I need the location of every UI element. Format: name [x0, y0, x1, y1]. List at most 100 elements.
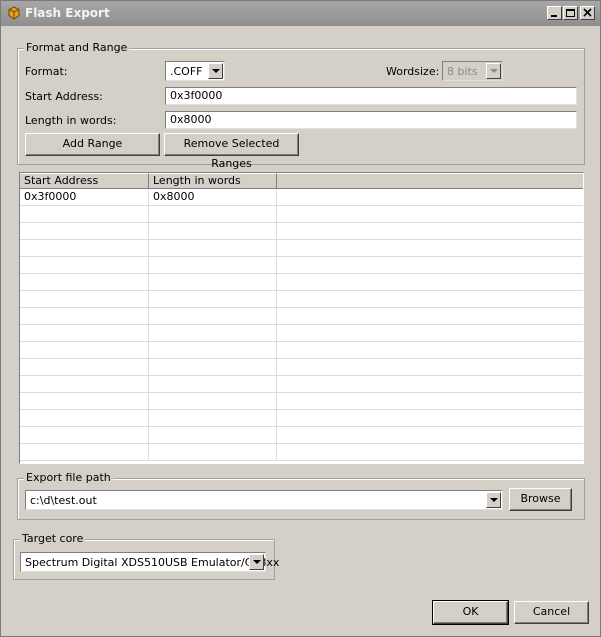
table-row[interactable]	[20, 393, 583, 410]
column-header-length[interactable]: Length in words	[149, 173, 277, 189]
export-path-value: c:\d\test.out	[30, 494, 97, 507]
app-icon	[7, 6, 21, 20]
table-cell	[277, 223, 583, 239]
wordsize-value: 8 bits	[447, 65, 478, 78]
table-cell	[277, 308, 583, 324]
table-cell	[149, 291, 277, 307]
close-icon	[583, 8, 592, 17]
browse-button[interactable]: Browse	[509, 488, 572, 511]
format-dropdown-button[interactable]	[208, 63, 223, 79]
column-header-start-address[interactable]: Start Address	[20, 173, 149, 189]
table-cell	[277, 359, 583, 375]
table-row[interactable]	[20, 325, 583, 342]
table-cell	[149, 240, 277, 256]
format-label: Format:	[25, 65, 68, 78]
window-title: Flash Export	[25, 6, 110, 20]
table-cell	[277, 291, 583, 307]
chevron-down-icon	[490, 69, 498, 73]
table-cell: 0x3f0000	[20, 189, 149, 205]
table-row[interactable]	[20, 427, 583, 444]
table-cell	[149, 257, 277, 273]
target-core-value: Spectrum Digital XDS510USB Emulator/C28x…	[25, 556, 280, 569]
remove-selected-ranges-button[interactable]: Remove Selected Ranges	[164, 133, 299, 170]
table-cell	[20, 240, 149, 256]
table-cell	[20, 444, 149, 460]
table-row[interactable]	[20, 444, 583, 461]
target-core-select[interactable]: Spectrum Digital XDS510USB Emulator/C28x…	[20, 552, 279, 572]
table-cell	[277, 410, 583, 426]
table-cell	[149, 206, 277, 222]
table-cell	[277, 274, 583, 290]
table-row[interactable]	[20, 257, 583, 274]
export-path-combo[interactable]: c:\d\test.out	[25, 490, 503, 510]
minimize-icon	[551, 15, 557, 17]
minimize-button[interactable]	[547, 6, 562, 20]
table-cell	[149, 308, 277, 324]
table-cell	[277, 189, 583, 205]
close-button[interactable]	[580, 6, 595, 20]
table-cell	[149, 274, 277, 290]
add-range-button[interactable]: Add Range	[25, 133, 160, 156]
table-cell	[149, 223, 277, 239]
table-cell	[20, 257, 149, 273]
table-cell	[149, 342, 277, 358]
target-core-dropdown-button[interactable]	[249, 554, 264, 570]
format-select[interactable]: .COFF	[165, 61, 225, 81]
table-row[interactable]	[20, 342, 583, 359]
table-row[interactable]	[20, 359, 583, 376]
table-cell	[20, 359, 149, 375]
column-header-empty	[277, 173, 583, 189]
table-header: Start Address Length in words	[20, 173, 583, 189]
cancel-button[interactable]: Cancel	[514, 601, 589, 624]
format-range-legend: Format and Range	[24, 41, 130, 54]
start-address-input[interactable]: 0x3f0000	[165, 87, 577, 105]
table-cell	[20, 342, 149, 358]
table-cell	[149, 444, 277, 460]
table-cell	[277, 206, 583, 222]
table-cell	[20, 274, 149, 290]
wordsize-label: Wordsize:	[386, 65, 440, 78]
length-input[interactable]: 0x8000	[165, 111, 577, 129]
wordsize-dropdown-button[interactable]	[486, 63, 501, 79]
table-cell	[20, 206, 149, 222]
table-row[interactable]: 0x3f0000 0x8000	[20, 189, 583, 206]
table-row[interactable]	[20, 223, 583, 240]
table-cell	[149, 393, 277, 409]
table-cell	[20, 376, 149, 392]
flash-export-dialog: Flash Export Format and Range Format: .C…	[0, 0, 601, 637]
format-value: .COFF	[170, 65, 203, 78]
table-cell	[20, 393, 149, 409]
table-cell	[149, 325, 277, 341]
table-cell: 0x8000	[149, 189, 277, 205]
table-cell	[277, 240, 583, 256]
table-cell	[277, 325, 583, 341]
table-cell	[277, 393, 583, 409]
title-bar: Flash Export	[1, 1, 600, 26]
table-cell	[20, 308, 149, 324]
ranges-table[interactable]: Start Address Length in words 0x3f0000 0…	[19, 172, 584, 464]
table-cell	[277, 257, 583, 273]
table-row[interactable]	[20, 376, 583, 393]
table-row[interactable]	[20, 240, 583, 257]
table-row[interactable]	[20, 274, 583, 291]
maximize-button[interactable]	[563, 6, 578, 20]
table-cell	[20, 410, 149, 426]
export-path-dropdown-button[interactable]	[486, 492, 501, 508]
table-cell	[20, 325, 149, 341]
chevron-down-icon	[212, 69, 220, 73]
chevron-down-icon	[253, 560, 261, 564]
table-row[interactable]	[20, 291, 583, 308]
wordsize-select[interactable]: 8 bits	[442, 61, 503, 81]
table-cell	[277, 342, 583, 358]
table-row[interactable]	[20, 206, 583, 223]
ok-button[interactable]: OK	[432, 600, 509, 625]
table-cell	[20, 223, 149, 239]
start-address-label: Start Address:	[25, 90, 103, 103]
table-cell	[20, 427, 149, 443]
table-cell	[277, 376, 583, 392]
table-row[interactable]	[20, 308, 583, 325]
length-label: Length in words:	[25, 114, 117, 127]
table-row[interactable]	[20, 410, 583, 427]
export-path-legend: Export file path	[24, 471, 113, 484]
table-cell	[20, 291, 149, 307]
